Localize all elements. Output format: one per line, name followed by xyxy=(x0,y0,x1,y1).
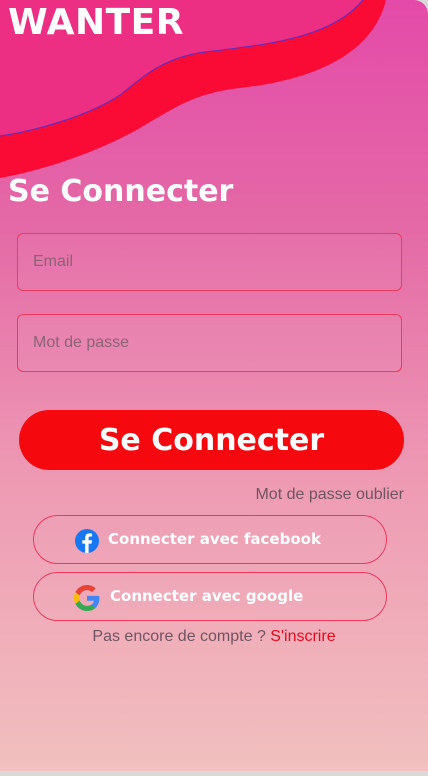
page-title: Se Connecter xyxy=(8,174,234,209)
brand-logo: WANTER xyxy=(8,2,184,43)
email-field[interactable] xyxy=(17,233,402,291)
google-icon xyxy=(74,585,100,611)
google-login-label: Connecter avec google xyxy=(110,587,304,605)
forgot-password-link[interactable]: Mot de passe oublier xyxy=(255,486,404,504)
facebook-login-button[interactable]: Connecter avec facebook xyxy=(33,515,387,564)
login-button[interactable]: Se Connecter xyxy=(19,410,404,470)
signup-link[interactable]: S'inscrire xyxy=(270,628,335,645)
login-screen: WANTER Se Connecter Se Connecter Mot de … xyxy=(0,0,428,771)
signup-prompt: Pas encore de compte ? xyxy=(92,628,266,645)
password-field[interactable] xyxy=(17,314,402,372)
facebook-icon xyxy=(75,529,99,553)
google-login-button[interactable]: Connecter avec google xyxy=(33,572,387,621)
signup-row: Pas encore de compte ? S'inscrire xyxy=(0,628,428,646)
facebook-login-label: Connecter avec facebook xyxy=(108,530,321,548)
